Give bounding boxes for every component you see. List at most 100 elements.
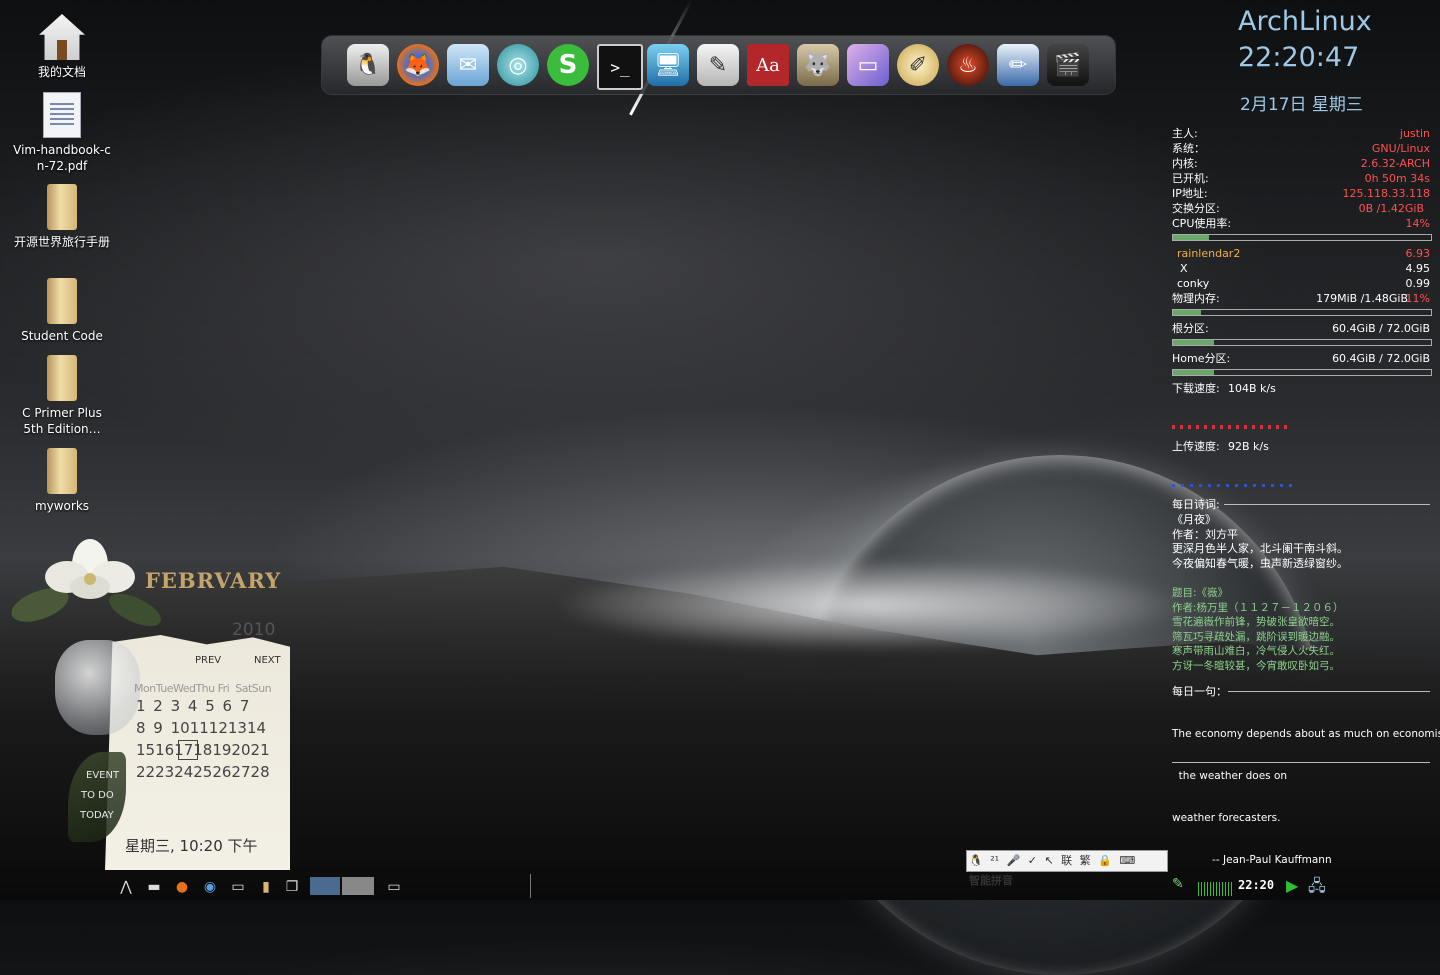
dock-item-terminal[interactable]: >_ xyxy=(597,44,643,90)
taskbar-item-monitor[interactable]: ▭ xyxy=(227,876,249,898)
network-icon[interactable]: 🖧 xyxy=(1308,875,1326,902)
root-partition-bar xyxy=(1172,339,1432,346)
home-partition-bar xyxy=(1172,369,1432,376)
dock-item-draw[interactable]: ✏ xyxy=(997,44,1039,86)
download-speed-row: 下载速度: 104B k/s xyxy=(1172,382,1276,395)
dock-item-video[interactable]: 🎬 xyxy=(1047,44,1089,86)
firefox-icon: 🦊 xyxy=(404,52,432,78)
ime-lock-icon[interactable]: 🔒 xyxy=(1096,851,1114,871)
calendar-week-row[interactable]: 22232425262728 xyxy=(136,763,270,781)
daily-quote: The economy depends about as much on eco… xyxy=(1172,728,1440,866)
calendar-today-tab[interactable]: TODAY xyxy=(80,810,114,821)
dock-item-flame[interactable]: ♨ xyxy=(947,44,989,86)
dock-item-firefox[interactable]: 🦊 xyxy=(397,44,439,86)
ime-association-button[interactable]: 联 xyxy=(1059,851,1074,871)
magnolia-flower-icon xyxy=(11,539,161,627)
folder-icon xyxy=(47,278,77,324)
terminal-icon: ▬ xyxy=(147,879,161,895)
workspace-1[interactable] xyxy=(310,877,340,895)
taskbar-item-arch-menu[interactable]: ⋀ xyxy=(115,876,137,898)
home-partition-row: Home分区: 60.4GiB / 72.0GiB xyxy=(1172,352,1430,365)
taskbar-item-browser[interactable]: ◉ xyxy=(199,876,221,898)
folder-icon: ▮ xyxy=(262,879,270,895)
arch-menu-icon: ⋀ xyxy=(120,879,132,895)
conky-system-monitor: ArchLinux 22:20:47 2月17日 星期三 主人: justin 系… xyxy=(1168,0,1440,866)
conky-date: 2月17日 星期三 xyxy=(1240,95,1363,115)
workspace-2[interactable] xyxy=(342,877,374,895)
desktop-icon-label: C Primer Plus 5th Edition… xyxy=(22,406,102,436)
show-desktop-icon: ▭ xyxy=(387,879,401,895)
upload-graph xyxy=(1172,484,1292,487)
calendar-todo-tab[interactable]: TO DO xyxy=(81,790,114,801)
poem-header: 每日诗词: xyxy=(1172,497,1430,512)
os-row: 系统： GNU/Linux xyxy=(1172,142,1430,155)
dock-item-mail[interactable]: ✉ xyxy=(447,44,489,86)
ime-fullwidth-icon[interactable]: ²¹ xyxy=(988,851,1001,871)
calendar-week-row[interactable]: 8 9 1011121314 xyxy=(136,719,266,737)
writer-icon: ✎ xyxy=(708,52,728,78)
dock-item-dictionary[interactable]: Aa xyxy=(747,44,789,86)
desktop-icon-documents[interactable]: 我的文档 xyxy=(7,14,117,80)
dock-item-tux[interactable]: 🐧 xyxy=(347,44,389,86)
taskbar-item-firefox[interactable]: ● xyxy=(171,876,193,898)
taskbar-item-terminal[interactable]: ▬ xyxy=(143,876,165,898)
ime-check-icon[interactable]: ✓ xyxy=(1026,851,1039,871)
taskbar-item-folder[interactable]: ▮ xyxy=(255,876,277,898)
cpu-graph-icon[interactable] xyxy=(1198,882,1232,896)
desktop-icon-student-code[interactable]: Student Code xyxy=(7,278,117,344)
dock-item-gimp[interactable]: 🐺 xyxy=(797,44,839,86)
calendar-event-tab[interactable]: EVENT xyxy=(86,770,119,781)
browser-icon: ◉ xyxy=(203,879,217,895)
dictionary-icon: Aa xyxy=(756,54,780,76)
ime-penguin-icon[interactable]: 🐧 xyxy=(967,851,985,871)
calendar-week-row[interactable]: 15161718192021 xyxy=(136,741,270,759)
desktop-icon-myworks[interactable]: myworks xyxy=(7,448,117,514)
show-desktop-button[interactable]: ▭ xyxy=(383,876,405,898)
play-icon[interactable]: ▶ xyxy=(1286,876,1298,895)
calendar-next-button[interactable]: NEXT xyxy=(254,655,281,666)
ime-toolbar: 🐧 ²¹ 🎤 ✓ ↖ 联 繁 🔒 ⌨ 智能拼音 xyxy=(966,850,1168,887)
home-folder-icon xyxy=(39,14,85,60)
desktop-icon-open-source-handbook[interactable]: 开源世界旅行手册 xyxy=(7,184,117,250)
calendar-prev-button[interactable]: PREV xyxy=(195,655,221,666)
monitor-icon: ▭ xyxy=(231,879,245,895)
dock-item-monitor[interactable]: 🖥 xyxy=(647,44,689,86)
calendar-footer-time: 星期三, 10:20 下午 xyxy=(125,837,258,855)
dock-item-writer[interactable]: ✎ xyxy=(697,44,739,86)
desktop-icon-vim-handbook[interactable]: Vim-handbook-cn-72.pdf xyxy=(7,92,117,174)
ip-row: IP地址: 125.118.33.118 xyxy=(1172,187,1430,200)
ime-cursor-icon[interactable]: ↖ xyxy=(1042,851,1055,871)
dock-item-chat[interactable]: ◎ xyxy=(497,44,539,86)
pen-icon[interactable]: ✎ xyxy=(1172,876,1184,892)
cpu-row: CPU使用率: 14% xyxy=(1172,217,1430,230)
folder-icon xyxy=(47,355,77,401)
folder-icon xyxy=(47,448,77,494)
dock-item-brush[interactable]: ✐ xyxy=(897,44,939,86)
draw-icon: ✏ xyxy=(1008,52,1028,78)
kernel-row: 内核: 2.6.32-ARCH xyxy=(1172,157,1430,170)
ime-voice-icon[interactable]: 🎤 xyxy=(1005,851,1023,871)
folder-icon xyxy=(47,184,77,230)
desktop-icon-label: Vim-handbook-cn-72.pdf xyxy=(13,143,111,173)
application-dock: 🐧 🦊 ✉ ◎ S >_ 🖥 ✎ Aa 🐺 ▭ ✐ ♨ ✏ 🎬 xyxy=(322,36,1115,94)
tray-clock[interactable]: 22:20 xyxy=(1238,878,1274,892)
gimp-icon: 🐺 xyxy=(804,52,832,78)
ime-keyboard-icon[interactable]: ⌨ xyxy=(1117,851,1137,871)
quote-header: 每日一句： xyxy=(1172,684,1430,699)
desktop-icon-label: 我的文档 xyxy=(37,65,86,79)
taskbar-item-windows[interactable]: ❐ xyxy=(281,876,303,898)
ime-traditional-button[interactable]: 繁 xyxy=(1078,851,1093,871)
dock-item-display[interactable]: ▭ xyxy=(847,44,889,86)
desktop-icon-c-primer[interactable]: C Primer Plus 5th Edition… xyxy=(7,355,117,437)
calendar-weekday-header: MonTueWedThu Fri SatSun xyxy=(134,682,272,695)
dock-item-skype[interactable]: S xyxy=(547,44,589,86)
bottom-taskbar: ⋀ ▬ ● ◉ ▭ ▮ ❐ ▭ xyxy=(105,872,415,900)
firefox-icon: ● xyxy=(175,879,189,895)
skype-icon: S xyxy=(558,50,578,80)
process-row: X 4.95 xyxy=(1180,262,1430,275)
system-tray: ✎ 22:20 ▶ 🖧 xyxy=(1168,872,1440,900)
conky-bottom-divider xyxy=(1172,762,1430,763)
ime-name[interactable]: 智能拼音 xyxy=(967,871,1015,891)
desktop-icon-label: Student Code xyxy=(21,329,103,343)
calendar-week-row[interactable]: 1 2 3 4 5 6 7 xyxy=(136,697,249,715)
